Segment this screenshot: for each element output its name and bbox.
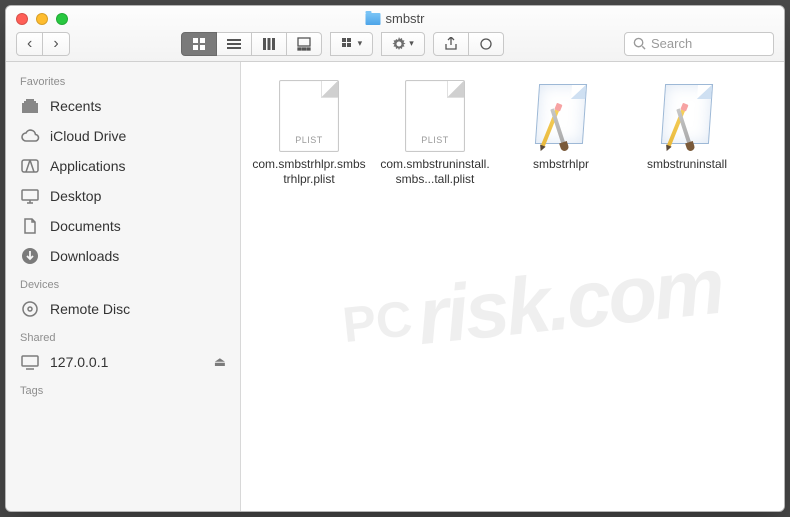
chevron-down-icon: ▾: [358, 38, 363, 49]
back-button[interactable]: ‹: [16, 32, 43, 56]
toolbar: ‹ › ▾: [6, 26, 784, 61]
sidebar-item-remote-disc[interactable]: Remote Disc: [6, 294, 240, 324]
chevron-down-icon: ▾: [409, 38, 414, 49]
unix-executable-icon: [655, 80, 719, 152]
arrange-button[interactable]: ▾: [330, 32, 374, 56]
sidebar-item-recents[interactable]: Recents: [6, 91, 240, 121]
recents-icon: [20, 97, 40, 115]
watermark: PCrisk.com: [337, 239, 725, 370]
sidebar-item-applications[interactable]: Applications: [6, 151, 240, 181]
sidebar-item-label: Documents: [50, 218, 121, 234]
sidebar-item-shared-host[interactable]: 127.0.0.1 ⏏: [6, 347, 240, 377]
documents-icon: [20, 217, 40, 235]
traffic-lights: [6, 13, 68, 25]
sidebar-item-label: Recents: [50, 98, 101, 114]
sidebar-item-label: iCloud Drive: [50, 128, 126, 144]
folder-icon: [366, 13, 381, 25]
title-text: smbstr: [386, 11, 425, 26]
eject-icon[interactable]: ⏏: [214, 354, 226, 370]
tags-button[interactable]: [469, 32, 504, 56]
shared-label: Shared: [6, 324, 240, 347]
sidebar-item-label: 127.0.0.1: [50, 354, 108, 370]
forward-button[interactable]: ›: [43, 32, 69, 56]
share-icon: [444, 37, 458, 51]
list-view-button[interactable]: [217, 32, 252, 56]
search-field[interactable]: Search: [624, 32, 774, 56]
list-icon: [227, 37, 241, 51]
downloads-icon: [20, 247, 40, 265]
unix-executable-icon: [529, 80, 593, 152]
sidebar-item-label: Applications: [50, 158, 126, 174]
sidebar-item-downloads[interactable]: Downloads: [6, 241, 240, 271]
file-name: smbstrhlpr: [533, 157, 589, 172]
plist-file-icon: PLIST: [279, 80, 339, 152]
finder-window: smbstr ‹ ›: [5, 5, 785, 512]
zoom-button[interactable]: [56, 13, 68, 25]
desktop-icon: [20, 187, 40, 205]
file-item[interactable]: smbstruninstall: [627, 80, 747, 172]
gear-icon: [392, 37, 406, 51]
sidebar-item-desktop[interactable]: Desktop: [6, 181, 240, 211]
sidebar-item-label: Remote Disc: [50, 301, 130, 317]
devices-label: Devices: [6, 271, 240, 294]
minimize-button[interactable]: [36, 13, 48, 25]
sidebar-item-label: Downloads: [50, 248, 119, 264]
sidebar: Favorites Recents iCloud Drive Applicati…: [6, 62, 241, 511]
view-switcher: [181, 32, 322, 56]
search-placeholder: Search: [651, 36, 692, 51]
columns-icon: [262, 37, 276, 51]
grid-icon: [192, 37, 206, 51]
plist-file-icon: PLIST: [405, 80, 465, 152]
share-button[interactable]: [433, 32, 469, 56]
close-button[interactable]: [16, 13, 28, 25]
sidebar-item-icloud[interactable]: iCloud Drive: [6, 121, 240, 151]
tag-icon: [479, 37, 493, 51]
file-grid: PLIST com.smbstrhlpr.smbstrhlpr.plist PL…: [241, 62, 784, 511]
search-icon: [633, 37, 646, 50]
disc-icon: [20, 300, 40, 318]
window-title: smbstr: [366, 11, 425, 26]
chevron-right-icon: ›: [53, 35, 58, 53]
arrange-icon: [341, 37, 355, 51]
file-item[interactable]: PLIST com.smbstruninstall.smbs...tall.pl…: [375, 80, 495, 187]
sidebar-item-documents[interactable]: Documents: [6, 211, 240, 241]
sidebar-item-label: Desktop: [50, 188, 101, 204]
favorites-label: Favorites: [6, 68, 240, 91]
display-icon: [20, 353, 40, 371]
action-button[interactable]: ▾: [381, 32, 425, 56]
nav-buttons: ‹ ›: [16, 32, 70, 56]
file-name: com.smbstrhlpr.smbstrhlpr.plist: [252, 157, 367, 187]
file-name: com.smbstruninstall.smbs...tall.plist: [378, 157, 493, 187]
file-item[interactable]: smbstrhlpr: [501, 80, 621, 172]
chevron-left-icon: ‹: [27, 35, 32, 53]
file-name: smbstruninstall: [647, 157, 727, 172]
icon-view-button[interactable]: [181, 32, 217, 56]
column-view-button[interactable]: [252, 32, 287, 56]
gallery-icon: [297, 37, 311, 51]
tags-label: Tags: [6, 377, 240, 400]
cloud-icon: [20, 127, 40, 145]
gallery-view-button[interactable]: [287, 32, 322, 56]
titlebar: smbstr ‹ ›: [6, 6, 784, 62]
applications-icon: [20, 157, 40, 175]
file-item[interactable]: PLIST com.smbstrhlpr.smbstrhlpr.plist: [249, 80, 369, 187]
